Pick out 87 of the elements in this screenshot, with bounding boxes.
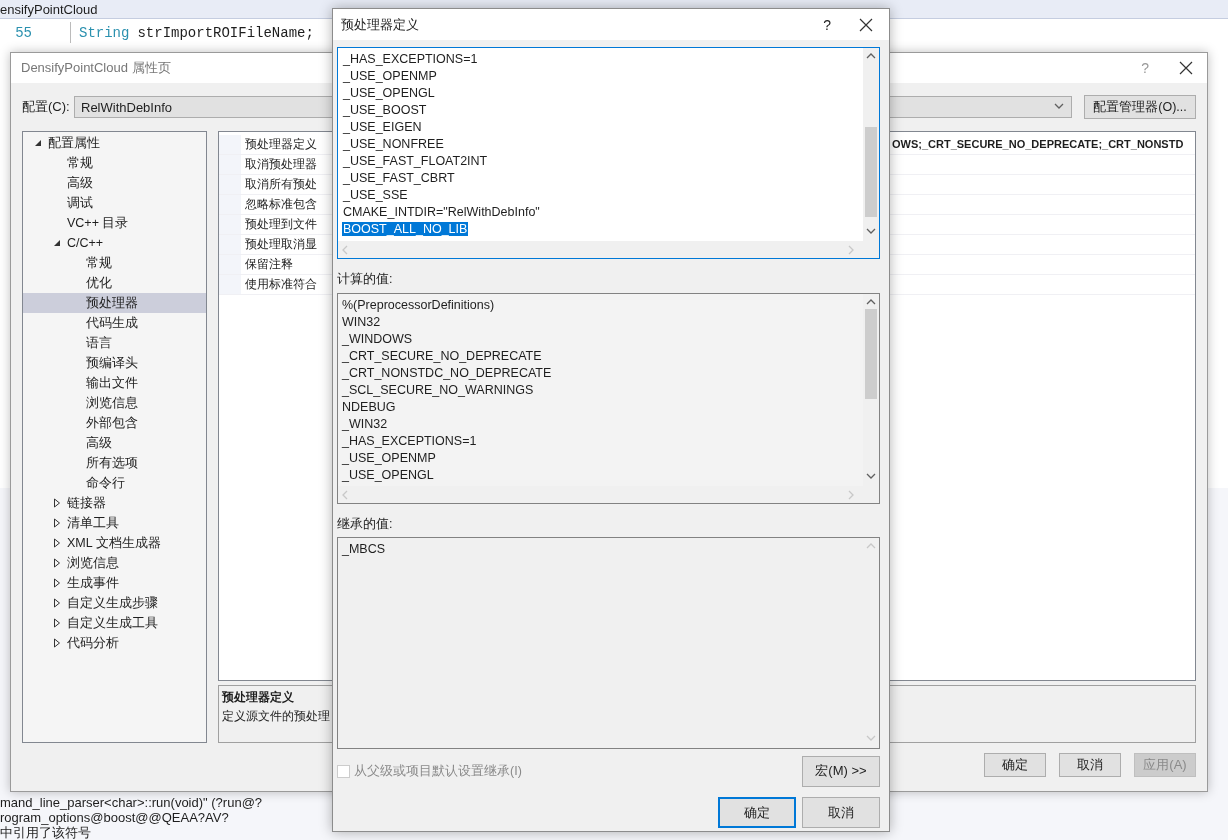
vertical-scrollbar[interactable] [863,48,879,241]
output-line: 中引用了该符号 [0,825,91,840]
tree-item[interactable]: 高级 [23,433,206,453]
collapsed-arrow-icon[interactable] [53,638,61,648]
tree-item[interactable]: 高级 [23,173,206,193]
dialog-title: 预处理器定义 [341,15,419,34]
tree-item[interactable]: 生成事件 [23,573,206,593]
line-number: 55 [14,24,32,41]
tree-item[interactable]: 常规 [23,153,206,173]
tree-item[interactable]: XML 文档生成器 [23,533,206,553]
list-item[interactable]: _USE_SSE [342,187,863,204]
list-item: _WINDOWS [342,331,414,348]
list-item[interactable]: _USE_OPENMP [342,68,863,85]
dialog-button[interactable]: 确定 [718,797,796,828]
definitions-list[interactable]: %(PreprocessorDefinitions) WIN32 _WINDOWS _CRT_SECURE_NO_DEPRECATE _CRT_NONSTDC_NO_DEPRECATE _SCL_SECURE_NO_WARNINGS NDEBUG _WIN32 _HAS_EXCEPTIONS=1 _USE_OPENMP _USE_OPENGL [337,293,880,504]
collapsed-arrow-icon[interactable] [53,498,61,508]
list-item[interactable]: _USE_FAST_FLOAT2INT [342,153,863,170]
tree-item[interactable]: 调试 [23,193,206,213]
list-item[interactable]: _USE_NONFREE [342,136,863,153]
tree-item[interactable]: 所有选项 [23,453,206,473]
list-item: %(PreprocessorDefinitions) [342,297,496,314]
tree-item[interactable]: 语言 [23,333,206,353]
list-item[interactable]: BOOST_ALL_NO_LIB [342,221,863,238]
tree-item[interactable]: 预处理器 [23,293,206,313]
list-item: _WIN32 [342,416,389,433]
definitions-list[interactable]: _MBCS [337,537,880,749]
tree-item[interactable]: 常规 [23,253,206,273]
tree-item[interactable]: 清单工具 [23,513,206,533]
tree-item[interactable]: 浏览信息 [23,553,206,573]
list-item: _USE_OPENGL [342,467,435,484]
description-text: 定义源文件的预处理 [222,708,331,726]
list-item: NDEBUG [342,399,397,416]
expanded-arrow-icon[interactable] [34,139,42,147]
output-line: rogram_options@boost@@QEAA?AV? [0,810,229,825]
description-title: 预处理器定义 [222,689,295,707]
list-item: _CRT_NONSTDC_NO_DEPRECATE [342,365,553,382]
macros-button[interactable]: 宏(M) >> [802,755,880,787]
tree-item[interactable]: 命令行 [23,473,206,493]
tree-item[interactable]: 链接器 [23,493,206,513]
computed-label: 计算的值: [337,271,394,288]
collapsed-arrow-icon[interactable] [53,618,61,628]
output-line: mand_line_parser<char>::run(void)" (?run@? [0,795,263,810]
expanded-arrow-icon[interactable] [53,239,61,247]
close-icon[interactable] [859,17,873,32]
collapsed-arrow-icon[interactable] [53,578,61,588]
list-item[interactable]: CMAKE_INTDIR="RelWithDebInfo" [342,204,863,221]
help-button[interactable]: ? [823,16,831,33]
list-item[interactable]: _USE_FAST_CBRT [342,170,863,187]
code-text: strImportROIFileName; [137,24,314,41]
config-label: 配置(C): [22,98,71,116]
list-item: _USE_OPENMP [342,450,437,467]
dialog-button[interactable]: 取消 [802,797,880,828]
tree-item[interactable]: C/C++ [23,233,206,253]
list-item: _CRT_SECURE_NO_DEPRECATE [342,348,543,365]
window-title: DensifyPointCloud 属性页 [21,59,171,77]
tree-item[interactable]: 输出文件 [23,373,206,393]
list-item: _HAS_EXCEPTIONS=1 [342,433,478,450]
definitions-list[interactable]: _HAS_EXCEPTIONS=1 _USE_OPENMP _USE_OPENGL _USE_BOOST _USE_EIGEN _USE_NONFREE _USE_FAST_FLOAT2INT _USE_FAST_CBRT _USE_SSE CMAKE_INTDIR="RelWithDebInfo" BOOST_ALL_NO_LIB [337,47,880,259]
inherited-label: 继承的值: [337,516,394,533]
tab-title[interactable]: ensifyPointCloud [0,1,98,17]
list-item[interactable]: _USE_EIGEN [342,119,863,136]
dialog-button[interactable]: 取消 [1059,753,1121,777]
list-item[interactable]: _HAS_EXCEPTIONS=1 [342,51,863,68]
property-value[interactable]: OWS;_CRT_SECURE_NO_DEPRECATE;_CRT_NONSTD [892,135,1195,154]
tree-item[interactable]: 配置属性 [23,133,206,153]
tree-item[interactable]: 自定义生成步骤 [23,593,206,613]
tree-item[interactable]: 浏览信息 [23,393,206,413]
tree-item[interactable]: VC++ 目录 [23,213,206,233]
tree-item[interactable]: 优化 [23,273,206,293]
dialog-button[interactable]: 确定 [984,753,1046,777]
list-item[interactable]: _USE_BOOST [342,102,863,119]
tree-item[interactable]: 外部包含 [23,413,206,433]
collapsed-arrow-icon[interactable] [53,598,61,608]
collapsed-arrow-icon[interactable] [53,558,61,568]
config-manager-button[interactable]: 配置管理器(O)... [1084,95,1196,119]
close-icon[interactable] [1179,61,1193,75]
list-item: _MBCS [342,541,387,558]
tree-item[interactable]: 预编译头 [23,353,206,373]
tree-item[interactable]: 代码生成 [23,313,206,333]
list-item[interactable]: _USE_OPENGL [342,85,863,102]
code-keyword: String [79,24,130,41]
list-item: WIN32 [342,314,382,331]
tree-item[interactable]: 代码分析 [23,633,206,653]
list-item: _SCL_SECURE_NO_WARNINGS [342,382,535,399]
collapsed-arrow-icon[interactable] [53,538,61,548]
collapsed-arrow-icon[interactable] [53,518,61,528]
tree-item[interactable]: 自定义生成工具 [23,613,206,633]
